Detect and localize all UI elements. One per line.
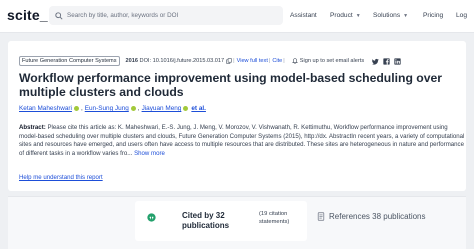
nav-login-label: Log [456, 12, 468, 19]
linkedin-icon[interactable] [394, 57, 401, 65]
document-icon [317, 212, 325, 221]
citation-panel: Cited by 32 publications (19 citation st… [8, 196, 466, 249]
author-link[interactable]: Jiayuan Meng [142, 105, 189, 112]
facebook-icon[interactable] [383, 57, 390, 65]
search-box[interactable] [49, 6, 283, 25]
chevron-down-icon: ▼ [403, 12, 409, 19]
et-al-link[interactable]: et al. [191, 105, 206, 112]
author-name: Ketan Maheshwari [19, 105, 72, 112]
top-bar: scite_ Assistant Product ▼ Solutions ▼ P… [0, 0, 474, 33]
quote-icon [147, 213, 156, 222]
orcid-icon [130, 106, 136, 111]
tab-cited-by[interactable]: Cited by 32 publications (19 citation st… [135, 201, 307, 241]
bell-icon [291, 58, 298, 64]
abstract-label: Abstract: [19, 124, 46, 131]
year-doi: 2016 DOI: 10.1016/j.future.2015.03.017 [126, 58, 225, 64]
abstract: Abstract: Please cite this article as: K… [19, 124, 465, 158]
site-logo[interactable]: scite_ [7, 7, 48, 23]
abstract-text: Please cite this article as: K. Maheshwa… [19, 124, 465, 157]
citation-statements-count: (19 citation statements) [259, 211, 290, 225]
view-full-text-link[interactable]: View full text [237, 58, 268, 64]
twitter-icon[interactable] [372, 58, 379, 65]
email-alert-label: Sign up to set email alerts [299, 58, 365, 64]
search-input[interactable] [67, 12, 267, 19]
author-name: Eun-Sung Jung [84, 105, 129, 112]
nav-product[interactable]: Product ▼ [330, 12, 361, 19]
author-name: Jiayuan Meng [141, 105, 182, 112]
show-more-link[interactable]: Show more [134, 150, 165, 157]
journal-badge[interactable]: Future Generation Computer Systems [19, 56, 120, 66]
nav-assistant-label: Assistant [290, 12, 317, 19]
author-list: Ketan Maheshwari , Eun-Sung Jung , Jiayu… [19, 105, 459, 112]
separator: , [137, 105, 140, 112]
nav-login[interactable]: Log [456, 12, 467, 19]
separator: | [268, 58, 271, 64]
nav-product-label: Product [330, 12, 353, 19]
nav-solutions[interactable]: Solutions ▼ [373, 12, 408, 19]
doi-text: DOI: 10.1016/j.future.2015.03.017 [139, 58, 225, 64]
article-title: Workflow performance improvement using m… [19, 71, 443, 99]
chevron-down-icon: ▼ [355, 12, 361, 19]
cite-link[interactable]: Cite [272, 58, 282, 64]
separator: , [80, 105, 83, 112]
search-icon [55, 11, 63, 20]
cited-by-label: Cited by 32 publications [182, 211, 230, 230]
references-label: References 38 publications [329, 212, 426, 221]
article-card: Future Generation Computer Systems 2016 … [8, 41, 466, 191]
nav-solutions-label: Solutions [373, 12, 401, 19]
email-alert-button[interactable]: Sign up to set email alerts [291, 58, 365, 64]
nav-pricing[interactable]: Pricing [423, 12, 443, 19]
nav-pricing-label: Pricing [423, 12, 444, 19]
nav-assistant[interactable]: Assistant [290, 12, 317, 19]
orcid-icon [183, 106, 189, 111]
orcid-icon [73, 106, 79, 111]
publication-year: 2016 [125, 58, 138, 64]
article-meta: Future Generation Computer Systems 2016 … [19, 55, 459, 67]
share-buttons [372, 57, 401, 65]
help-understand-link[interactable]: Help me understand this report [19, 174, 103, 181]
copy-icon[interactable] [226, 58, 232, 64]
separator: | [233, 58, 235, 64]
tab-references[interactable]: References 38 publications [314, 201, 454, 241]
separator: | [283, 58, 285, 64]
author-link[interactable]: Eun-Sung Jung [85, 105, 136, 112]
author-link[interactable]: Ketan Maheshwari [19, 105, 79, 112]
